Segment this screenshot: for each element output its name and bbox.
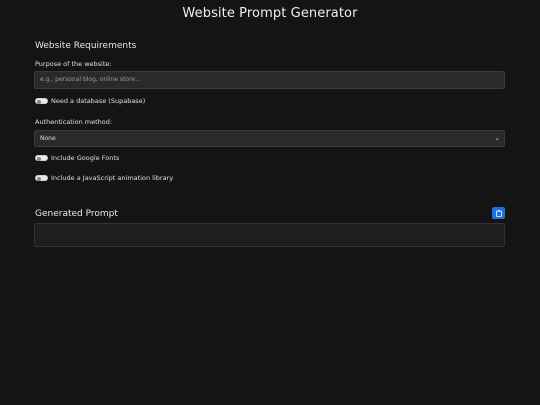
purpose-label: Purpose of the website:: [35, 60, 112, 68]
toggle-knob: [37, 99, 41, 104]
copy-button[interactable]: [492, 207, 505, 219]
requirements-heading: Website Requirements: [35, 41, 137, 51]
auth-select[interactable]: None ⌄: [34, 130, 505, 147]
clipboard-icon: [495, 209, 502, 217]
generated-prompt-output[interactable]: [34, 223, 505, 247]
google-fonts-toggle-label: Include Google Fonts: [51, 154, 120, 162]
google-fonts-toggle[interactable]: [35, 155, 48, 161]
page-title: Website Prompt Generator: [182, 6, 358, 21]
auth-label: Authentication method:: [35, 118, 113, 126]
database-toggle-label: Need a database (Supabase): [51, 97, 146, 105]
generated-prompt-heading: Generated Prompt: [35, 209, 118, 219]
purpose-placeholder: e.g., personal blog, online store...: [40, 76, 141, 83]
animation-toggle[interactable]: [35, 175, 48, 181]
animation-toggle-label: Include a JavaScript animation library: [51, 174, 174, 182]
toggle-knob: [37, 156, 41, 161]
chevron-down-icon: ⌄: [494, 134, 500, 142]
auth-selected-value: None: [40, 135, 56, 142]
toggle-knob: [37, 176, 41, 181]
purpose-input[interactable]: e.g., personal blog, online store...: [34, 71, 505, 89]
database-toggle[interactable]: [35, 98, 48, 104]
